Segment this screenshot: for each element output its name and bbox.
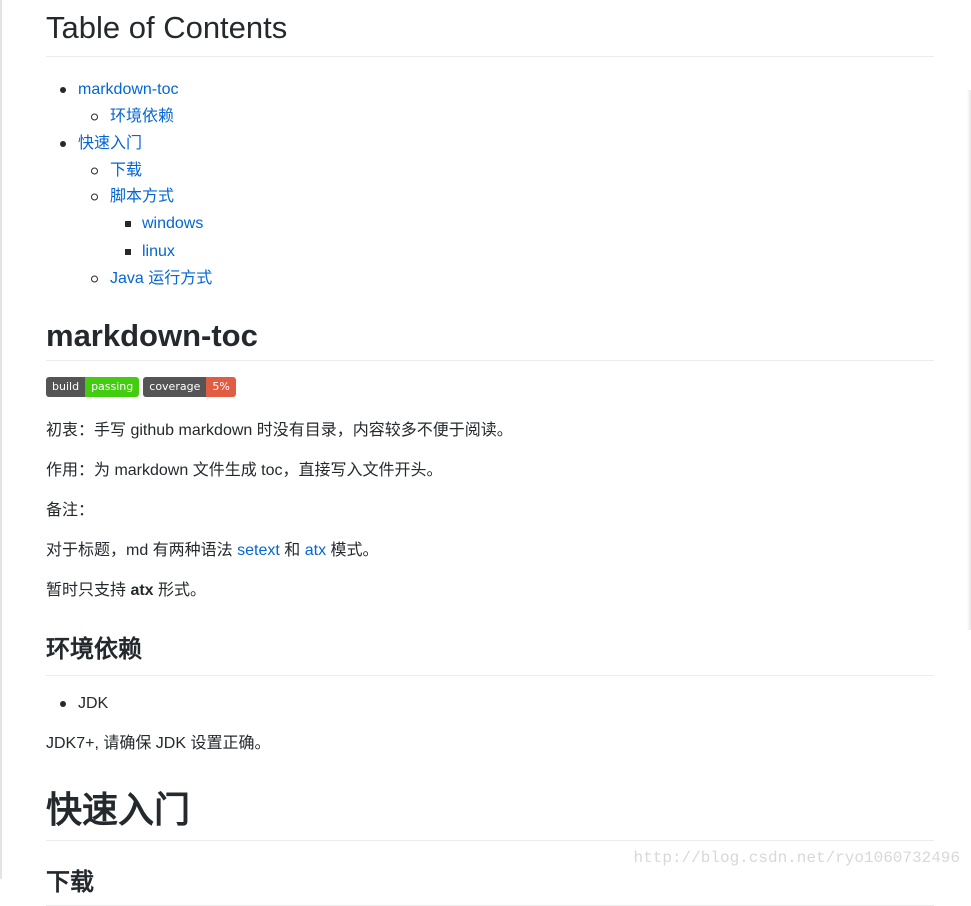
paragraph-heading-syntax: 对于标题，md 有两种语法 setext 和 atx 模式。 (46, 539, 934, 563)
badge-row: build passing coverage 5% (46, 377, 934, 397)
toc-link-windows[interactable]: windows (142, 215, 203, 232)
text: 暂时只支持 (46, 582, 131, 599)
watermark: http://blog.csdn.net/ryo1060732496 (633, 849, 960, 867)
disc-bullet-icon (60, 87, 66, 93)
square-bullet-icon (125, 249, 131, 255)
text: 对于标题，md 有两种语法 (46, 542, 238, 559)
toc-link-env[interactable]: 环境依赖 (110, 108, 174, 125)
page-left-border (0, 0, 2, 879)
toc-link-linux[interactable]: linux (142, 243, 175, 260)
text: 和 (279, 542, 305, 559)
toc-item: 下载 (46, 158, 934, 184)
toc-item: markdown-toc (46, 76, 934, 104)
toc-item: Java 运行方式 (46, 266, 934, 292)
paragraph-note: 备注： (46, 502, 95, 519)
toc-item: linux (46, 238, 934, 266)
toc-item: 快速入门 (46, 130, 934, 158)
toc-link-download[interactable]: 下载 (110, 162, 142, 179)
link-atx[interactable]: atx (305, 542, 326, 559)
link-setext[interactable]: setext (237, 542, 280, 559)
disc-bullet-icon (60, 141, 66, 147)
toc-item: windows (46, 210, 934, 238)
toc-item: 脚本方式 (46, 184, 934, 210)
scrollbar-shadow (967, 90, 971, 630)
paragraph-usage: 作用：为 markdown 文件生成 toc，直接写入文件开头。 (46, 462, 443, 479)
text: 模式。 (326, 542, 379, 559)
paragraph-jdk-note: JDK7+, 请确保 JDK 设置正确。 (46, 735, 271, 752)
toc-item: 环境依赖 (46, 104, 934, 130)
badge-value: 5% (206, 377, 236, 397)
text: 形式。 (153, 582, 207, 599)
env-list: JDK (46, 692, 934, 716)
toc-link-java[interactable]: Java 运行方式 (110, 270, 212, 287)
list-item-text: JDK (78, 695, 109, 712)
list-item: JDK (46, 692, 934, 716)
toc-link-script[interactable]: 脚本方式 (110, 188, 174, 205)
heading-quickstart: 快速入门 (46, 784, 934, 841)
toc-list: markdown-toc 环境依赖 快速入门 下载 脚本方式 windows l… (46, 76, 934, 292)
toc-link-quickstart[interactable]: 快速入门 (78, 135, 142, 152)
build-badge[interactable]: build passing (46, 377, 140, 397)
disc-bullet-icon (60, 701, 66, 707)
toc-link-markdown-toc[interactable]: markdown-toc (78, 81, 178, 98)
badge-value: passing (85, 377, 140, 397)
circle-bullet-icon (91, 113, 98, 121)
circle-bullet-icon (91, 167, 98, 175)
bold-text: atx (130, 582, 154, 599)
heading-markdown-toc: markdown-toc (46, 312, 934, 361)
circle-bullet-icon (91, 193, 98, 201)
badge-label: build (46, 377, 86, 397)
heading-download: 下载 (46, 865, 934, 906)
paragraph-origin: 初衷：手写 github markdown 时没有目录，内容较多不便于阅读。 (46, 422, 513, 439)
badge-label: coverage (143, 377, 207, 397)
markdown-body: Table of Contents markdown-toc 环境依赖 快速入门… (46, 0, 934, 906)
coverage-badge[interactable]: coverage 5% (143, 377, 236, 397)
square-bullet-icon (125, 221, 131, 227)
circle-bullet-icon (91, 275, 98, 283)
heading-env: 环境依赖 (46, 631, 934, 676)
paragraph-support: 暂时只支持 atx 形式。 (46, 579, 934, 603)
toc-heading: Table of Contents (46, 0, 934, 57)
